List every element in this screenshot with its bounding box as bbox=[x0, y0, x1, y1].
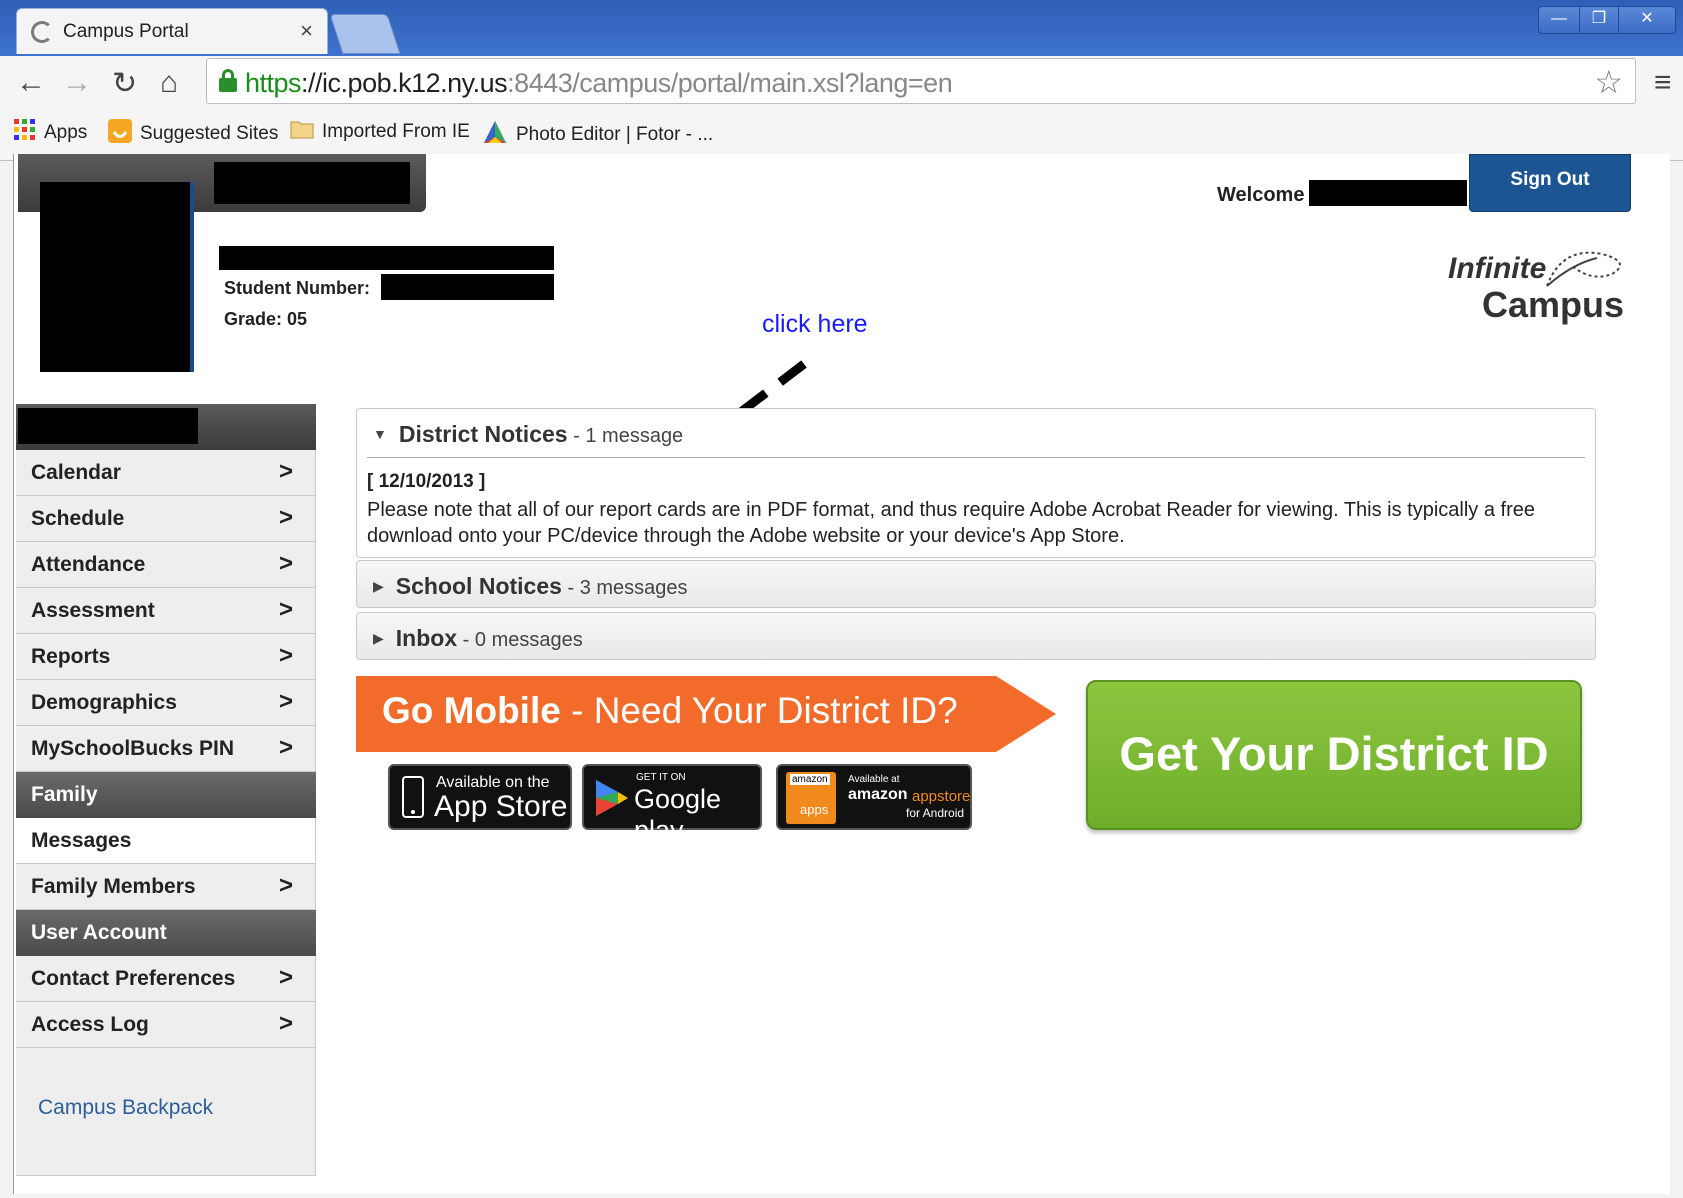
inbox-panel[interactable]: ▶ Inbox - 0 messages bbox=[356, 612, 1596, 660]
sidebar-item-schedule[interactable]: Schedule > bbox=[16, 496, 316, 542]
bookmarks-bar: Apps Suggested Sites Imported From IE Ph… bbox=[0, 108, 1683, 152]
amazon-appstore-badge[interactable]: amazon apps Available at amazon appstore… bbox=[776, 764, 972, 830]
chevron-right-icon: > bbox=[278, 642, 293, 669]
bookmark-star-icon[interactable]: ☆ bbox=[1594, 63, 1623, 101]
sign-out-button[interactable]: Sign Out bbox=[1469, 154, 1631, 212]
chevron-right-icon: > bbox=[278, 734, 293, 761]
chevron-right-icon: > bbox=[278, 688, 293, 715]
phone-icon bbox=[402, 776, 424, 818]
sidebar-item-family-members[interactable]: Family Members > bbox=[16, 864, 316, 910]
student-photo bbox=[40, 182, 194, 372]
district-notices-header[interactable]: ▼ District Notices - 1 message bbox=[373, 421, 683, 448]
campus-backpack-link[interactable]: Campus Backpack bbox=[38, 1096, 213, 1120]
sidebar-item-calendar[interactable]: Calendar > bbox=[16, 450, 316, 496]
home-icon[interactable]: ⌂ bbox=[160, 66, 178, 100]
sidebar-nav: Calendar > Schedule > Attendance > Assessme… bbox=[16, 404, 316, 1176]
inbox-header[interactable]: ▶ Inbox - 0 messages bbox=[373, 625, 583, 652]
folder-icon bbox=[290, 119, 314, 145]
campus-portal-page: Student Number: Grade: 05 Welcome Sign O… bbox=[13, 154, 1670, 1194]
browser-titlebar: Campus Portal × — ❐ ✕ bbox=[0, 0, 1683, 56]
browser-menu-icon[interactable]: ≡ bbox=[1654, 66, 1672, 100]
get-district-id-button[interactable]: Get Your District ID bbox=[1086, 680, 1582, 830]
chevron-right-icon: > bbox=[278, 458, 293, 485]
amazon-apps-icon: amazon apps bbox=[786, 772, 836, 824]
chevron-right-icon: > bbox=[278, 872, 293, 899]
sidebar-item-messages[interactable]: Messages bbox=[16, 818, 316, 864]
app-store-badge[interactable]: Available on the App Store bbox=[388, 764, 572, 830]
bookmark-suggested-sites[interactable]: Suggested Sites bbox=[108, 119, 278, 149]
chevron-right-icon: > bbox=[278, 504, 293, 531]
district-notices-panel: ▼ District Notices - 1 message [ 12/10/20… bbox=[356, 408, 1596, 558]
fotor-icon bbox=[482, 119, 508, 151]
reload-icon[interactable]: ↻ bbox=[112, 66, 137, 101]
caret-right-icon: ▶ bbox=[373, 578, 384, 594]
caret-right-icon: ▶ bbox=[373, 630, 384, 646]
google-play-icon bbox=[596, 780, 628, 816]
sidebar-item-demographics[interactable]: Demographics > bbox=[16, 680, 316, 726]
loading-icon bbox=[31, 21, 53, 43]
divider bbox=[367, 457, 1585, 458]
secure-lock-icon bbox=[219, 69, 237, 92]
redacted-student-number bbox=[381, 274, 554, 300]
infinite-campus-logo: Infinite Campus bbox=[1434, 244, 1634, 334]
suggested-sites-icon bbox=[108, 119, 132, 149]
new-tab-button[interactable] bbox=[329, 14, 401, 54]
grade-label: Grade: 05 bbox=[224, 309, 308, 329]
bookmark-apps[interactable]: Apps bbox=[14, 119, 87, 147]
sidebar-footer: Campus Backpack bbox=[16, 1048, 316, 1176]
tab-close-icon[interactable]: × bbox=[300, 18, 313, 44]
sidebar-section-family: Family bbox=[16, 772, 316, 818]
sidebar-section-user-account: User Account bbox=[16, 910, 316, 956]
school-notices-header[interactable]: ▶ School Notices - 3 messages bbox=[373, 573, 688, 600]
redacted-user-name bbox=[1309, 180, 1467, 206]
maximize-window-button[interactable]: ❐ bbox=[1579, 6, 1619, 34]
logo-swoosh-icon bbox=[1546, 251, 1621, 287]
go-mobile-banner[interactable]: Go Mobile - Need Your District ID? bbox=[356, 676, 1056, 752]
apps-grid-icon bbox=[14, 119, 36, 147]
sidebar-header bbox=[16, 404, 316, 450]
notice-date: [ 12/10/2013 ] bbox=[367, 471, 486, 492]
chevron-right-icon: > bbox=[278, 550, 293, 577]
redacted-block bbox=[214, 162, 410, 204]
redacted-block bbox=[18, 408, 198, 444]
notice-text: Please note that all of our report cards… bbox=[367, 499, 1536, 547]
chevron-right-icon: > bbox=[278, 1010, 293, 1037]
sidebar-item-reports[interactable]: Reports > bbox=[16, 634, 316, 680]
address-bar[interactable]: https://ic.pob.k12.ny.us:8443/campus/por… bbox=[206, 58, 1636, 104]
redacted-student-name bbox=[219, 246, 554, 270]
url-text[interactable]: https://ic.pob.k12.ny.us:8443/campus/por… bbox=[245, 68, 953, 99]
tab-title: Campus Portal bbox=[63, 21, 189, 42]
sidebar-item-myschoolbucks-pin[interactable]: MySchoolBucks PIN > bbox=[16, 726, 316, 772]
google-play-badge[interactable]: GET IT ON Google play bbox=[582, 764, 762, 845]
school-notices-panel[interactable]: ▶ School Notices - 3 messages bbox=[356, 560, 1596, 608]
browser-tab-campus-portal[interactable]: Campus Portal × bbox=[16, 8, 328, 54]
welcome-label: Welcome bbox=[1217, 184, 1305, 206]
sidebar-item-attendance[interactable]: Attendance > bbox=[16, 542, 316, 588]
forward-arrow-icon[interactable]: → bbox=[62, 66, 92, 100]
chevron-right-icon: > bbox=[278, 964, 293, 991]
click-here-annotation: click here bbox=[762, 310, 868, 338]
bookmark-imported-from-ie[interactable]: Imported From IE bbox=[290, 119, 470, 145]
go-mobile-text: Go Mobile - Need Your District ID? bbox=[382, 690, 958, 731]
close-window-button[interactable]: ✕ bbox=[1618, 6, 1676, 34]
sidebar-item-contact-preferences[interactable]: Contact Preferences > bbox=[16, 956, 316, 1002]
minimize-window-button[interactable]: — bbox=[1538, 6, 1580, 34]
sidebar-item-assessment[interactable]: Assessment > bbox=[16, 588, 316, 634]
bookmark-photo-editor[interactable]: Photo Editor | Fotor - ... bbox=[482, 119, 713, 151]
caret-down-icon: ▼ bbox=[373, 426, 387, 442]
student-number-label: Student Number: bbox=[224, 278, 370, 298]
chevron-right-icon: > bbox=[278, 596, 293, 623]
browser-toolbar: ← → ↻ ⌂ https://ic.pob.k12.ny.us:8443/ca… bbox=[0, 56, 1683, 161]
sidebar-item-access-log[interactable]: Access Log > bbox=[16, 1002, 316, 1048]
back-arrow-icon[interactable]: ← bbox=[16, 66, 46, 100]
